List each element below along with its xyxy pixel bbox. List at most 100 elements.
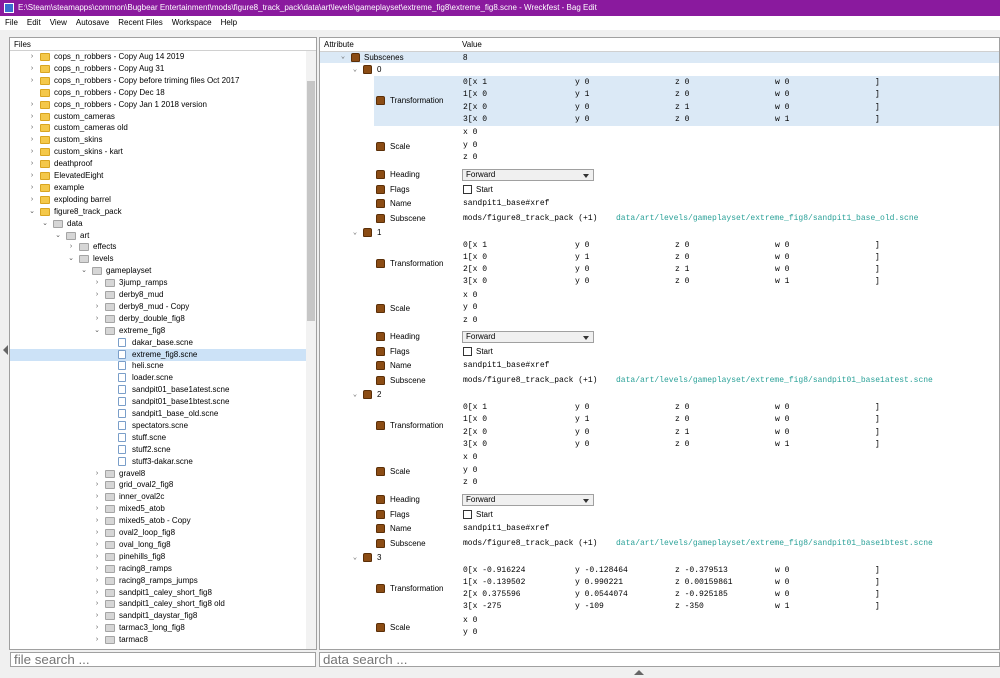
file-search-input[interactable] — [10, 652, 316, 667]
chevron-down-icon[interactable]: ⌄ — [351, 552, 359, 564]
tree-item[interactable]: › cops_n_robbers - Copy Jan 1 2018 versio… — [10, 99, 306, 111]
collapse-left-arrow-icon[interactable] — [3, 345, 8, 355]
tree-item[interactable]: ⌄ art — [10, 230, 306, 242]
chevron-right-icon[interactable]: › — [93, 563, 101, 575]
start-checkbox[interactable] — [463, 184, 472, 194]
chevron-right-icon[interactable]: › — [28, 51, 36, 63]
tree-item[interactable]: › cops_n_robbers - Copy before triming fi… — [10, 75, 306, 87]
tree-item[interactable]: loader.scne — [10, 372, 306, 384]
chevron-down-icon[interactable]: ⌄ — [351, 389, 359, 401]
tree-item[interactable]: stuff2.scne — [10, 444, 306, 456]
chevron-right-icon[interactable]: › — [93, 587, 101, 599]
chevron-down-icon[interactable]: ⌄ — [351, 64, 359, 76]
property-grid[interactable]: ⌄ Subscenes 8 ⌄ 0 0[x 1 y 0 z 0 w 0] 1[x 0 y 1 z 0 w… — [320, 52, 999, 649]
chevron-right-icon[interactable]: › — [93, 622, 101, 634]
tree-item[interactable]: dakar_base.scne — [10, 337, 306, 349]
chevron-down-icon[interactable]: ⌄ — [93, 325, 101, 337]
tree-item[interactable]: heli.scne — [10, 360, 306, 372]
chevron-right-icon[interactable]: › — [93, 479, 101, 491]
chevron-right-icon[interactable]: › — [28, 99, 36, 111]
menu-view[interactable]: View — [45, 16, 71, 30]
tree-item[interactable]: › racing8_ramps_jumps — [10, 575, 306, 587]
chevron-right-icon[interactable]: › — [28, 182, 36, 194]
tree-item[interactable]: › gravel8 — [10, 468, 306, 480]
chevron-right-icon[interactable]: › — [28, 75, 36, 87]
tree-item[interactable]: › custom_skins - kart — [10, 146, 306, 158]
start-checkbox[interactable] — [463, 347, 472, 356]
tree-item[interactable]: › racing8_ramps — [10, 563, 306, 575]
tree-item[interactable]: › ElevatedEight — [10, 170, 306, 182]
chevron-right-icon[interactable]: › — [93, 539, 101, 551]
tree-item[interactable]: › pinehills_fig8 — [10, 551, 306, 563]
tree-item[interactable]: › derby8_mud - Copy — [10, 301, 306, 313]
chevron-down-icon[interactable]: ⌄ — [67, 253, 75, 265]
tree-item[interactable]: ⌄ data — [10, 218, 306, 230]
chevron-right-icon[interactable]: › — [93, 289, 101, 301]
tree-item[interactable]: › exploding barrel — [10, 194, 306, 206]
value-column-header[interactable]: Value — [462, 38, 482, 52]
menu-edit[interactable]: Edit — [22, 16, 45, 30]
chevron-right-icon[interactable]: › — [93, 491, 101, 503]
chevron-right-icon[interactable]: › — [93, 313, 101, 325]
chevron-right-icon[interactable]: › — [28, 170, 36, 182]
menu-file[interactable]: File — [0, 16, 22, 30]
file-tree[interactable]: › cops_n_robbers - Copy Aug 14 2019 › cops_… — [10, 51, 306, 649]
tree-item[interactable]: › inner_oval2c — [10, 491, 306, 503]
tree-item[interactable]: › tarmac8 — [10, 634, 306, 646]
menu-recent-files[interactable]: Recent Files — [113, 16, 166, 30]
heading-dropdown[interactable]: Forward — [462, 493, 594, 506]
expand-bottom-arrow-icon[interactable] — [634, 670, 644, 675]
tree-item[interactable]: › 3jump_ramps — [10, 277, 306, 289]
tree-item[interactable]: › deathproof — [10, 158, 306, 170]
chevron-down-icon[interactable]: ⌄ — [80, 265, 88, 277]
tree-item[interactable]: stuff3-dakar.scne — [10, 456, 306, 468]
menu-workspace[interactable]: Workspace — [167, 16, 216, 30]
chevron-right-icon[interactable]: › — [93, 610, 101, 622]
chevron-right-icon[interactable]: › — [28, 111, 36, 123]
tree-item[interactable]: › sandpit1_caley_short_fig8 old — [10, 598, 306, 610]
tree-item[interactable]: cops_n_robbers - Copy Dec 18 — [10, 87, 306, 99]
data-search-input[interactable] — [319, 652, 1000, 667]
file-tree-scrollbar[interactable] — [306, 51, 316, 649]
chevron-down-icon[interactable]: ⌄ — [54, 230, 62, 242]
tree-item[interactable]: › oval2_loop_fig8 — [10, 527, 306, 539]
menu-help[interactable]: Help — [216, 16, 241, 30]
tree-item[interactable]: › sandpit1_daystar_fig8 — [10, 610, 306, 622]
chevron-right-icon[interactable]: › — [93, 634, 101, 646]
chevron-right-icon[interactable]: › — [93, 301, 101, 313]
chevron-down-icon[interactable]: ⌄ — [28, 206, 36, 218]
chevron-right-icon[interactable]: › — [28, 134, 36, 146]
chevron-right-icon[interactable]: › — [28, 146, 36, 158]
tree-item[interactable]: ⌄ figure8_track_pack — [10, 206, 306, 218]
heading-dropdown[interactable]: Forward — [462, 331, 594, 343]
chevron-right-icon[interactable]: › — [93, 598, 101, 610]
chevron-right-icon[interactable]: › — [93, 515, 101, 527]
chevron-right-icon[interactable]: › — [93, 575, 101, 587]
attribute-column-header[interactable]: Attribute — [324, 38, 354, 52]
tree-item[interactable]: › tarmac3_long_fig8 — [10, 622, 306, 634]
tree-item[interactable]: › cops_n_robbers - Copy Aug 14 2019 — [10, 51, 306, 63]
chevron-right-icon[interactable]: › — [93, 551, 101, 563]
tree-item[interactable]: sandpit01_base1btest.scne — [10, 396, 306, 408]
tree-item[interactable]: sandpit01_base1atest.scne — [10, 384, 306, 396]
chevron-right-icon[interactable]: › — [93, 468, 101, 480]
tree-item[interactable]: ⌄ extreme_fig8 — [10, 325, 306, 337]
chevron-right-icon[interactable]: › — [28, 158, 36, 170]
tree-item[interactable]: › custom_cameras — [10, 111, 306, 123]
tree-item[interactable]: extreme_fig8.scne — [10, 348, 306, 361]
chevron-down-icon[interactable]: ⌄ — [339, 52, 347, 63]
tree-item[interactable]: stuff.scne — [10, 432, 306, 444]
tree-item[interactable]: › custom_skins — [10, 134, 306, 146]
tree-item[interactable]: › derby8_mud — [10, 289, 306, 301]
tree-item[interactable]: › grid_oval2_fig8 — [10, 479, 306, 491]
tree-item[interactable]: › mixed5_atob — [10, 503, 306, 515]
chevron-right-icon[interactable]: › — [93, 277, 101, 289]
tree-item[interactable]: spectators.scne — [10, 420, 306, 432]
chevron-right-icon[interactable]: › — [28, 63, 36, 75]
subscenes-row[interactable] — [320, 52, 999, 63]
chevron-right-icon[interactable]: › — [93, 527, 101, 539]
tree-item[interactable]: › effects — [10, 241, 306, 253]
heading-dropdown[interactable]: Forward — [462, 168, 594, 181]
tree-item[interactable]: › oval_long_fig8 — [10, 539, 306, 551]
chevron-down-icon[interactable]: ⌄ — [351, 227, 359, 239]
